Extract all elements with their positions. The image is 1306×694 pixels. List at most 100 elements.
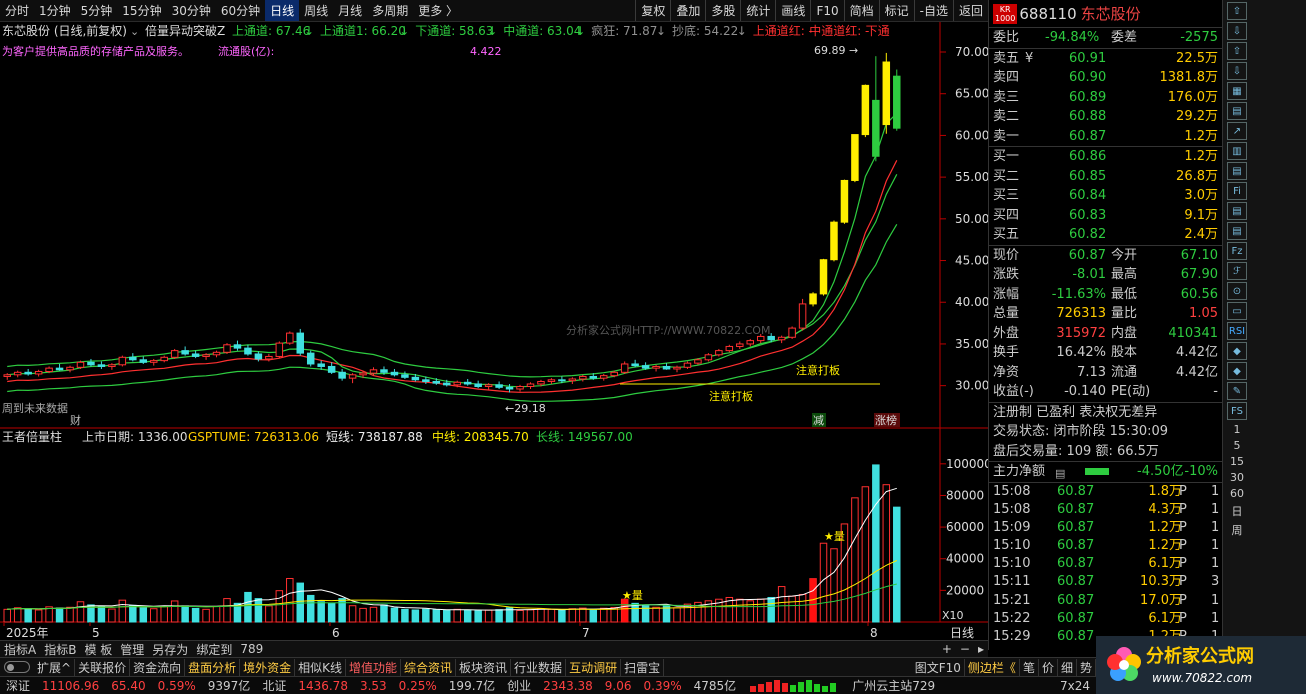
period-tab-4[interactable]: 30分钟 [167, 0, 216, 21]
period-tab-7[interactable]: 周线 [299, 0, 333, 21]
toolbar-button-9[interactable]: 返回 [952, 0, 988, 21]
panel-toggle[interactable] [4, 661, 30, 673]
side-label-1[interactable]: FS [1227, 402, 1247, 420]
indicator-tab-4[interactable]: 另存为 [148, 641, 192, 658]
toolbar-button-5[interactable]: F10 [810, 0, 843, 21]
side-label-0[interactable]: RSI [1227, 322, 1247, 340]
side-label-3[interactable]: 5 [1227, 439, 1247, 452]
function-tab-17[interactable]: 势 [1077, 658, 1096, 676]
side-tool-icon-10[interactable]: ▤ [1227, 202, 1247, 220]
side-tool-icon-12[interactable]: Fz [1227, 242, 1247, 260]
side-tool-icon-0[interactable]: ⇧ [1227, 2, 1247, 20]
scroll-right-icon[interactable]: ▸ [974, 642, 988, 656]
function-tab-1[interactable]: 关联报价 [75, 658, 131, 676]
bid-row-3[interactable]: 买四 60.83 9.1万 [989, 206, 1222, 226]
side-label-2[interactable]: 1 [1227, 423, 1247, 436]
zoom-plus-icon[interactable]: + [938, 642, 956, 656]
side-label-7[interactable]: 日 [1227, 503, 1247, 519]
ask-row-3[interactable]: 卖二 60.88 29.2万 [989, 107, 1222, 127]
bid-row-4[interactable]: 买五 60.82 2.4万 [989, 225, 1222, 245]
function-tab-12[interactable]: 图文F10 [912, 658, 965, 676]
toolbar-button-2[interactable]: 多股 [705, 0, 740, 21]
side-tool-icon-4[interactable]: ▦ [1227, 82, 1247, 100]
period-tab-9[interactable]: 多周期 [367, 0, 413, 21]
toolbar-button-3[interactable]: 统计 [740, 0, 775, 21]
period-tab-5[interactable]: 60分钟 [216, 0, 265, 21]
function-tab-10[interactable]: 互动调研 [566, 658, 622, 676]
side-tool-icon-14[interactable]: ⊙ [1227, 282, 1247, 300]
news-7x24[interactable]: 7x24 [1054, 679, 1096, 693]
side-tool-icon-8[interactable]: ▤ [1227, 162, 1247, 180]
vol-bar-10 [108, 608, 116, 623]
side-tool-icon-13[interactable]: ℱ [1227, 262, 1247, 280]
toolbar-button-6[interactable]: 简档 [843, 0, 879, 21]
ask-row-1[interactable]: 卖四 60.90 1381.8万 [989, 68, 1222, 88]
kline-chart-area[interactable]: 70.00 65.00 60.00 55.00 50.00 45.00 40.00 35.00… [0, 22, 988, 640]
side-tool-icon-x2[interactable]: ◆ [1227, 362, 1247, 380]
function-tab-13[interactable]: 侧边栏《 [965, 658, 1020, 676]
function-tab-5[interactable]: 相似K线 [295, 658, 346, 676]
indicator-arrow-1: ↓ [399, 24, 409, 38]
indicator-dropdown-icon[interactable]: ⌄ [130, 25, 139, 38]
function-tab-11[interactable]: 扫雷宝 [621, 658, 665, 676]
side-tool-icon-2[interactable]: ⇧ [1227, 42, 1247, 60]
indicator-tab-2[interactable]: 模 板 [80, 641, 116, 658]
period-tab-6[interactable]: 日线 [265, 0, 300, 21]
function-tab-14[interactable]: 笔 [1020, 658, 1039, 676]
function-tab-7[interactable]: 综合资讯 [401, 658, 457, 676]
period-tab-0[interactable]: 分时 [0, 0, 34, 21]
function-tab-15[interactable]: 价 [1039, 658, 1058, 676]
indicator-tab-0[interactable]: 指标A [0, 641, 40, 658]
side-tool-icon-3[interactable]: ⇩ [1227, 62, 1247, 80]
function-tab-2[interactable]: 资金流向 [130, 658, 186, 676]
bid-row-1[interactable]: 买二 60.85 26.8万 [989, 167, 1222, 187]
indicator-tab-3[interactable]: 管理 [116, 641, 148, 658]
server-label[interactable]: 广州云主站729 [846, 677, 941, 694]
indicator-tab-6[interactable]: 789 [236, 642, 267, 656]
trade-state: 交易状态: 闭市阶段 15:30:09 [993, 424, 1169, 439]
side-label-4[interactable]: 15 [1227, 455, 1247, 468]
side-label-6[interactable]: 60 [1227, 487, 1247, 500]
ask-row-2[interactable]: 卖三 60.89 176.0万 [989, 88, 1222, 108]
function-tab-0[interactable]: 扩展^ [34, 658, 76, 676]
main-flow-row[interactable]: 主力净额 ▤ -4.50亿 -10% [989, 462, 1222, 482]
vol-bar-4 [45, 606, 53, 623]
ask-row-4[interactable]: 卖一 60.87 1.2万 [989, 127, 1222, 147]
function-tab-6[interactable]: 增值功能 [346, 658, 402, 676]
indicator-tab-1[interactable]: 指标B [40, 641, 80, 658]
toolbar-button-0[interactable]: 复权 [635, 0, 670, 21]
indicator-tab-5[interactable]: 绑定到 [192, 641, 236, 658]
function-tab-4[interactable]: 境外资金 [240, 658, 296, 676]
side-tool-icon-1[interactable]: ⇩ [1227, 22, 1247, 40]
bid-row-0[interactable]: 买一 60.86 1.2万 [989, 147, 1222, 167]
future-label[interactable]: 周到未来数据 [2, 401, 68, 415]
function-tab-16[interactable]: 细 [1058, 658, 1077, 676]
side-tool-icon-11[interactable]: ▤ [1227, 222, 1247, 240]
side-tool-icon-7[interactable]: ▥ [1227, 142, 1247, 160]
period-tab-3[interactable]: 15分钟 [117, 0, 166, 21]
period-tab-10[interactable]: 更多 〉 [413, 0, 463, 21]
side-label-5[interactable]: 30 [1227, 471, 1247, 484]
side-tool-icon-9[interactable]: Fi [1227, 182, 1247, 200]
side-tool-icon-x3[interactable]: ✎ [1227, 382, 1247, 400]
toolbar-button-7[interactable]: 标记 [878, 0, 914, 21]
toolbar-button-4[interactable]: 画线 [775, 0, 810, 21]
period-tab-1[interactable]: 1分钟 [34, 0, 76, 21]
bid-row-2[interactable]: 买三 60.84 3.0万 [989, 186, 1222, 206]
function-tab-9[interactable]: 行业数据 [511, 658, 567, 676]
toolbar-button-8[interactable]: -自选 [913, 0, 953, 21]
side-tool-icon-6[interactable]: ↗ [1227, 122, 1247, 140]
period-tab-2[interactable]: 5分钟 [76, 0, 118, 21]
function-tab-8[interactable]: 板块资讯 [456, 658, 512, 676]
toolbar-button-1[interactable]: 叠加 [670, 0, 705, 21]
period-tab-8[interactable]: 月线 [333, 0, 367, 21]
ask-row-0[interactable]: 卖五 ¥60.91 22.5万 [989, 49, 1222, 69]
zoom-minus-icon[interactable]: − [956, 642, 974, 656]
side-label-8[interactable]: 周 [1227, 522, 1247, 538]
function-tab-3[interactable]: 盘面分析 [185, 658, 241, 676]
side-tool-icon-15[interactable]: ▭ [1227, 302, 1247, 320]
vol-bar-21 [223, 598, 231, 623]
side-tool-icon-5[interactable]: ▤ [1227, 102, 1247, 120]
list-icon[interactable]: ▤ [1055, 464, 1065, 484]
side-tool-icon-x1[interactable]: ◆ [1227, 342, 1247, 360]
